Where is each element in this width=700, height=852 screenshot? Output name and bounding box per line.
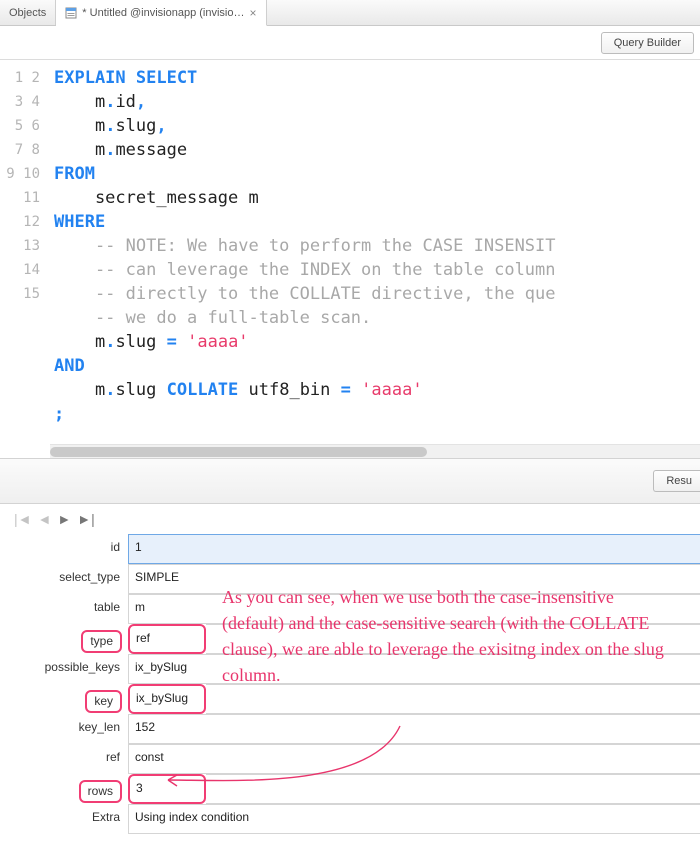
field-value[interactable]: 3 [128, 774, 206, 804]
field-value[interactable]: ref [128, 624, 206, 654]
field-label: ref [0, 744, 128, 774]
close-icon[interactable]: × [249, 6, 256, 20]
line-gutter: 1 2 3 4 5 6 7 8 9 10 11 12 13 14 15 [0, 60, 50, 458]
field-label: possible_keys [0, 654, 128, 684]
field-value[interactable]: 152 [128, 714, 700, 744]
field-label: type [0, 624, 128, 654]
result-row-key_len: key_len152 [0, 714, 700, 744]
tab-untitled[interactable]: * Untitled @invisionapp (invisio… × [56, 0, 266, 26]
code-area[interactable]: EXPLAIN SELECT m.id, m.slug, m.message F… [50, 60, 700, 458]
app-root: Objects * Untitled @invisionapp (invisio… [0, 0, 700, 852]
horizontal-scrollbar[interactable] [50, 444, 700, 458]
field-value[interactable]: Using index condition [128, 804, 700, 834]
result-row-Extra: ExtraUsing index condition [0, 804, 700, 834]
field-label: id [0, 534, 128, 564]
sql-editor[interactable]: 1 2 3 4 5 6 7 8 9 10 11 12 13 14 15 EXPL… [0, 60, 700, 458]
record-nav: |◄ ◄ ► ►| [0, 504, 700, 534]
field-value[interactable]: 1 [128, 534, 700, 564]
field-label: key [0, 684, 128, 714]
tab-label: Objects [9, 7, 46, 19]
sql-file-icon [65, 7, 77, 19]
tab-bar: Objects * Untitled @invisionapp (invisio… [0, 0, 700, 26]
result-row-key: keyix_bySlug [0, 684, 700, 714]
nav-first-icon[interactable]: |◄ [14, 511, 32, 527]
result-row-id: id1 [0, 534, 700, 564]
field-label: key_len [0, 714, 128, 744]
tab-objects[interactable]: Objects [0, 0, 56, 25]
nav-next-icon[interactable]: ► [57, 511, 71, 527]
result-row-rows: rows3 [0, 774, 700, 804]
result-form: As you can see, when we use both the cas… [0, 534, 700, 852]
field-value[interactable]: const [128, 744, 700, 774]
field-label: table [0, 594, 128, 624]
query-builder-button[interactable]: Query Builder [601, 32, 694, 54]
scrollbar-thumb[interactable] [50, 447, 427, 457]
field-label: rows [0, 774, 128, 804]
annotation-text: As you can see, when we use both the cas… [222, 584, 677, 688]
field-value[interactable]: ix_bySlug [128, 684, 206, 714]
field-label: Extra [0, 804, 128, 834]
nav-last-icon[interactable]: ►| [77, 511, 95, 527]
result-row-ref: refconst [0, 744, 700, 774]
editor-toolbar: Query Builder [0, 26, 700, 60]
nav-prev-icon[interactable]: ◄ [38, 511, 52, 527]
tab-label: * Untitled @invisionapp (invisio… [82, 7, 244, 19]
field-label: select_type [0, 564, 128, 594]
results-tab-button[interactable]: Resu [653, 470, 700, 492]
results-toolbar: Resu [0, 458, 700, 504]
